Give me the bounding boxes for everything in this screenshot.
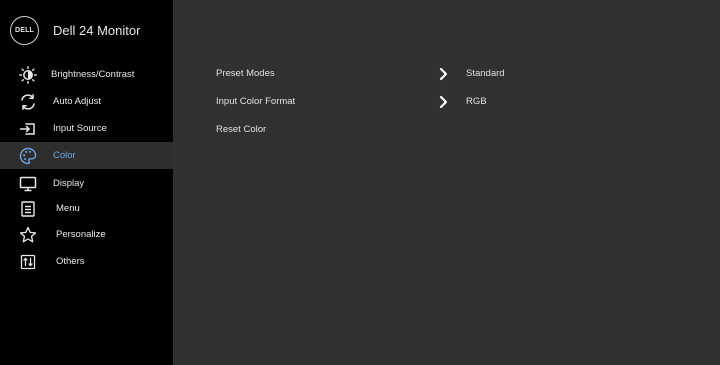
preset-modes-value: Standard xyxy=(466,68,505,79)
dell-logo: DELL xyxy=(10,16,39,45)
sidebar-item-label: Auto Adjust xyxy=(53,96,102,107)
sidebar-item-brightness-contrast[interactable]: Brightness/Contrast xyxy=(0,61,173,88)
sidebar-item-label: Display xyxy=(53,178,85,189)
input-source-icon xyxy=(18,119,38,139)
preset-modes-row[interactable]: Preset Modes Standard xyxy=(173,62,720,86)
sidebar-item-others[interactable]: Others xyxy=(0,248,173,275)
sidebar: DELL Dell 24 Monitor Brightness/Contrast… xyxy=(0,0,173,365)
input-color-format-row[interactable]: Input Color Format RGB xyxy=(173,90,720,114)
sidebar-item-input-source[interactable]: Input Source xyxy=(0,115,173,142)
monitor-osd: DELL Dell 24 Monitor Brightness/Contrast… xyxy=(0,0,720,365)
sidebar-item-label: Menu xyxy=(56,203,80,214)
sidebar-item-label: Color xyxy=(53,150,76,161)
preset-modes-label: Preset Modes xyxy=(216,68,275,79)
palette-icon xyxy=(18,146,38,166)
reset-color-label: Reset Color xyxy=(216,124,267,135)
auto-adjust-icon xyxy=(18,92,38,112)
input-color-format-label: Input Color Format xyxy=(216,96,296,107)
sidebar-item-personalize[interactable]: Personalize xyxy=(0,221,173,248)
sidebar-item-label: Input Source xyxy=(53,123,107,134)
monitor-title: Dell 24 Monitor xyxy=(53,23,141,38)
sidebar-item-label: Brightness/Contrast xyxy=(51,69,135,80)
others-icon xyxy=(18,252,38,272)
sidebar-item-color[interactable]: Color xyxy=(0,142,173,169)
sidebar-item-display[interactable]: Display xyxy=(0,170,173,197)
display-icon xyxy=(18,174,38,194)
sidebar-item-auto-adjust[interactable]: Auto Adjust xyxy=(0,88,173,115)
reset-color-row[interactable]: Reset Color xyxy=(173,118,720,142)
input-color-format-value: RGB xyxy=(466,96,487,107)
menu-icon xyxy=(18,199,38,219)
osd-header: DELL Dell 24 Monitor xyxy=(0,0,173,60)
sidebar-item-label: Personalize xyxy=(56,229,106,240)
sidebar-item-menu[interactable]: Menu xyxy=(0,195,173,222)
star-icon xyxy=(18,225,38,245)
chevron-right-icon xyxy=(439,95,449,109)
dell-logo-text: DELL xyxy=(14,27,35,34)
chevron-right-icon xyxy=(439,67,449,81)
brightness-icon xyxy=(18,65,38,85)
sidebar-item-label: Others xyxy=(56,256,85,267)
color-settings-panel: Preset Modes Standard Input Color Format… xyxy=(173,0,720,365)
